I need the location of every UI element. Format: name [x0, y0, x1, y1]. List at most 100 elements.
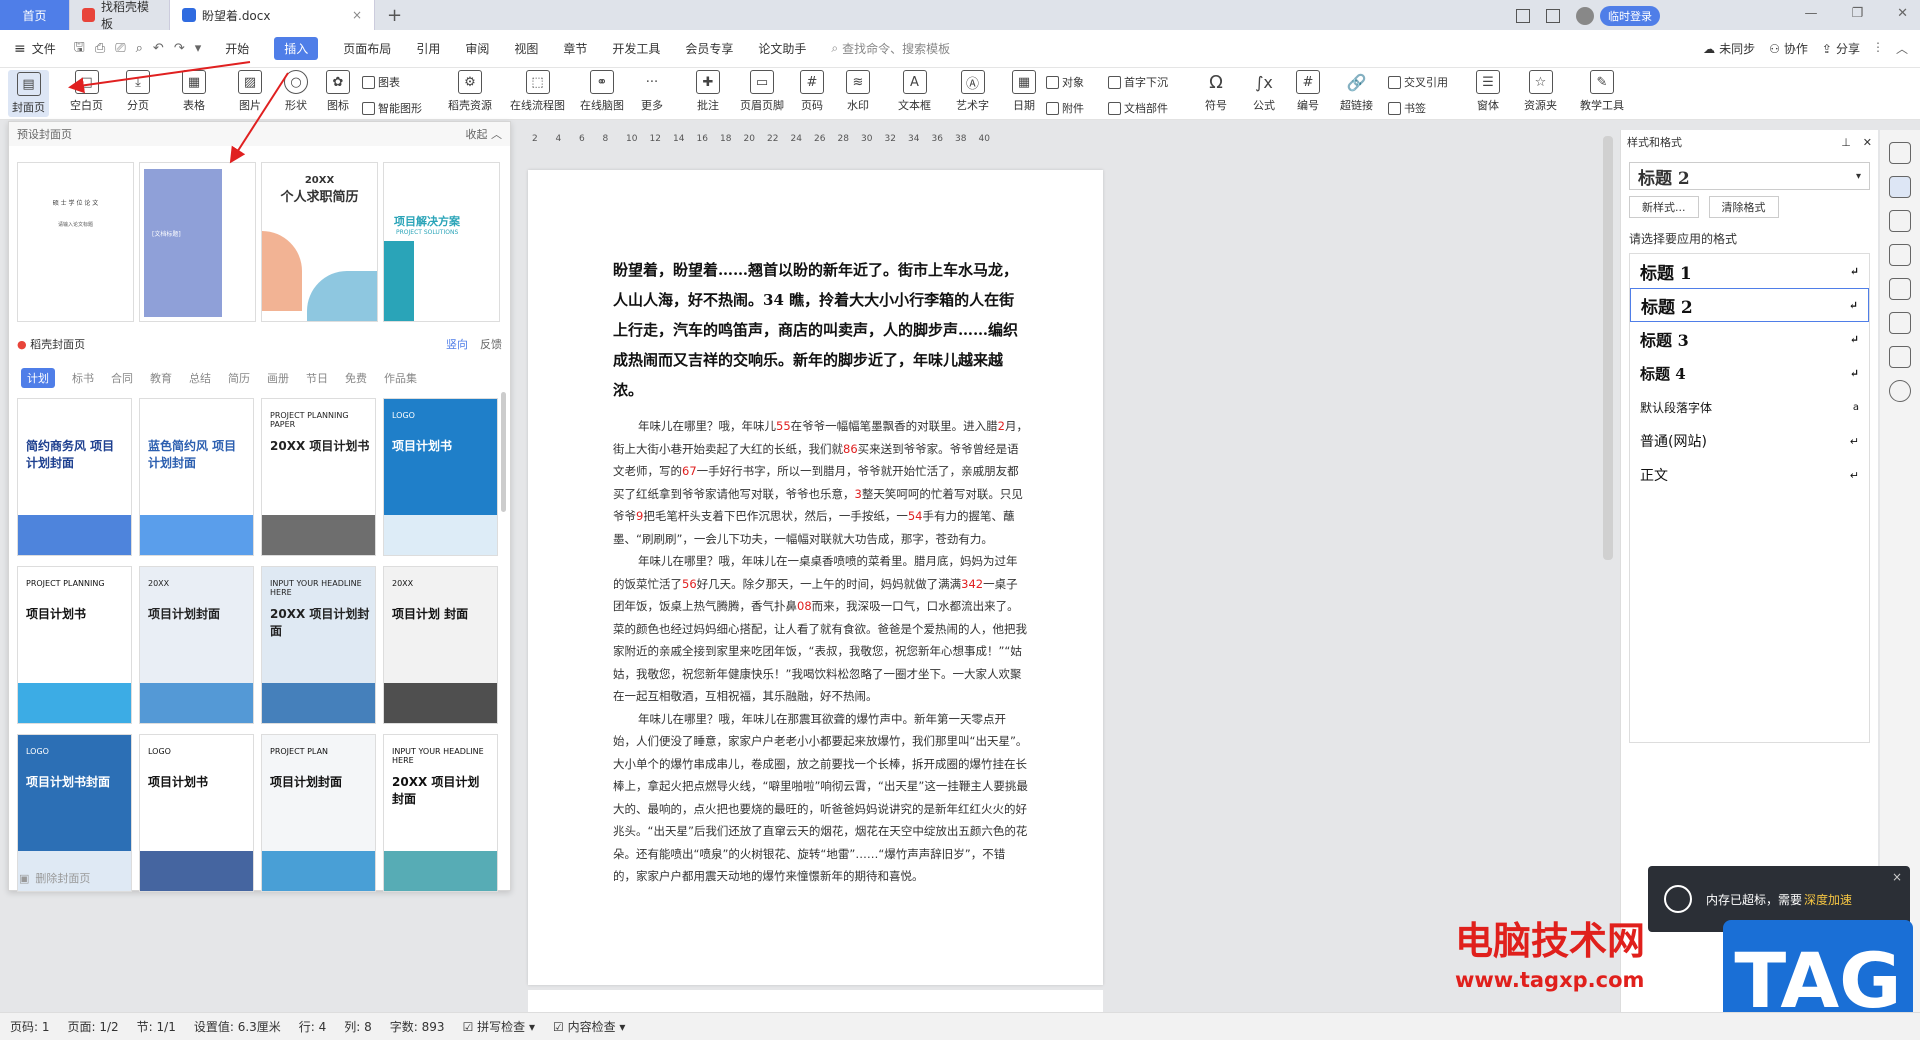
style-heading-3[interactable]: 标题 3 ↵ [1630, 322, 1869, 356]
style-panel-title[interactable]: 样式和格式 [1627, 134, 1682, 150]
preset-cover-blue[interactable]: [文档标题] [139, 162, 256, 322]
style-heading-2[interactable]: 标题 2 ↵ [1630, 288, 1869, 322]
preset-cover-resume[interactable]: 20XX 个人求职简历 [261, 162, 378, 322]
cover-template-thumb[interactable]: 项目计划封面 PROJECT PLAN [261, 734, 376, 892]
login-button[interactable]: 临时登录 [1600, 6, 1660, 26]
smartart-button[interactable]: 智能图形 [362, 100, 422, 116]
category-plan[interactable]: 计划 [21, 368, 55, 388]
close-window-icon[interactable]: ✕ [1897, 6, 1908, 21]
panel-scrollbar[interactable] [501, 392, 506, 512]
cover-template-thumb[interactable]: 项目计划书 LOGO [139, 734, 254, 892]
icon-button[interactable]: ✿ 图标 [326, 70, 350, 113]
chart-button[interactable]: 图表 [362, 74, 400, 90]
menu-thesis[interactable]: 论文助手 [758, 40, 806, 57]
toast-accelerate-link[interactable]: 深度加速 [1804, 891, 1852, 908]
more-menu-icon[interactable]: ⋮ [1872, 40, 1884, 54]
location-icon[interactable] [1889, 312, 1911, 334]
preset-cover-thesis[interactable]: 硕 士 学 位 论 文 请输入论文标题 [17, 162, 134, 322]
cover-template-thumb[interactable]: 项目计划书封面 LOGO [17, 734, 132, 892]
current-style-select[interactable]: 标题 2 ▾ [1629, 162, 1870, 190]
preset-cover-solution[interactable]: 项目解决方案 PROJECT SOLUTIONS [383, 162, 500, 322]
cover-template-thumb[interactable]: 项目计划 封面 20XX [383, 566, 498, 724]
toast-close-button[interactable]: × [1892, 870, 1902, 884]
hyperlink-button[interactable]: 🔗 超链接 [1340, 70, 1373, 113]
status-col[interactable]: 列: 8 [344, 1018, 372, 1035]
bookmark-button[interactable]: 书签 [1388, 100, 1426, 116]
category-bid[interactable]: 标书 [72, 370, 94, 386]
watermark-button[interactable]: ≋ 水印 [846, 70, 870, 113]
command-search[interactable]: ⌕ 查找命令、搜索模板 [831, 40, 950, 57]
settings-slider-icon[interactable] [1889, 244, 1911, 266]
menu-developer[interactable]: 开发工具 [612, 40, 660, 57]
page-number-button[interactable]: # 页码 [800, 70, 824, 113]
style-body[interactable]: 正文 ↵ [1630, 458, 1869, 492]
style-brush-icon[interactable] [1889, 176, 1911, 198]
rocket-icon[interactable] [1889, 142, 1911, 164]
resource-folder-button[interactable]: ☆ 资源夹 [1524, 70, 1557, 113]
cover-template-thumb[interactable]: 蓝色简约风 项目计划封面 [139, 398, 254, 556]
new-style-button[interactable]: 新样式... [1629, 196, 1699, 218]
date-button[interactable]: ▦ 日期 [1012, 70, 1036, 113]
style-web[interactable]: 普通(网站) ↵ [1630, 424, 1869, 458]
collab-button[interactable]: 协作 [1784, 40, 1808, 57]
symbol-button[interactable]: Ω 符号 [1204, 70, 1228, 113]
dropcap-button[interactable]: 首字下沉 [1108, 74, 1168, 90]
status-setting[interactable]: 设置值: 6.3厘米 [194, 1018, 281, 1035]
menu-references[interactable]: 引用 [416, 40, 440, 57]
category-contract[interactable]: 合同 [111, 370, 133, 386]
textbox-button[interactable]: A 文本框 [898, 70, 931, 113]
category-portfolio[interactable]: 作品集 [384, 370, 417, 386]
object-button[interactable]: 对象 [1046, 74, 1084, 90]
docer-resource-button[interactable]: ⚙ 稻壳资源 [448, 70, 492, 113]
vertical-scrollbar[interactable] [1603, 136, 1613, 560]
review-icon[interactable] [1889, 278, 1911, 300]
crossref-button[interactable]: 交叉引用 [1388, 74, 1448, 90]
style-heading-1[interactable]: 标题 1 ↵ [1630, 254, 1869, 288]
status-section[interactable]: 节: 1/1 [137, 1018, 176, 1035]
form-button[interactable]: ☰ 窗体 [1476, 70, 1500, 113]
tab-close-icon[interactable]: × [352, 8, 362, 22]
category-resume[interactable]: 简历 [228, 370, 250, 386]
cover-template-thumb[interactable]: 项目计划书 LOGO [383, 398, 498, 556]
cover-template-thumb[interactable]: 简约商务风 项目计划封面 [17, 398, 132, 556]
category-festival[interactable]: 节日 [306, 370, 328, 386]
category-free[interactable]: 免费 [345, 370, 367, 386]
status-words[interactable]: 字数: 893 [390, 1018, 445, 1035]
mindmap-button[interactable]: ⚭ 在线脑图 [580, 70, 624, 113]
document-page[interactable]: 盼望着，盼望着……翘首以盼的新年近了。街市上车水马龙，人山人海，好不热闹。34 … [528, 170, 1103, 985]
comment-button[interactable]: ✚ 批注 [696, 70, 720, 113]
cover-template-thumb[interactable]: 项目计划封面 20XX [139, 566, 254, 724]
content-check-button[interactable]: ☑ 内容检查 ▾ [553, 1018, 625, 1035]
avatar[interactable] [1576, 7, 1594, 25]
help-icon[interactable] [1889, 380, 1911, 402]
more-button[interactable]: ··· 更多 [640, 70, 664, 113]
panel-close-icon[interactable]: ✕ [1863, 136, 1872, 149]
docparts-button[interactable]: 文档部件 [1108, 100, 1168, 116]
layout-icon[interactable] [1516, 9, 1530, 23]
status-pages[interactable]: 页面: 1/2 [68, 1018, 119, 1035]
spell-check-button[interactable]: ☑ 拼写检查 ▾ [463, 1018, 535, 1035]
share-button[interactable]: 分享 [1836, 40, 1860, 57]
header-footer-button[interactable]: ▭ 页眉页脚 [740, 70, 784, 113]
style-heading-4[interactable]: 标题 4 ↵ [1630, 356, 1869, 390]
status-row[interactable]: 行: 4 [299, 1018, 327, 1035]
category-summary[interactable]: 总结 [189, 370, 211, 386]
vertical-toggle[interactable]: 竖向 [446, 338, 468, 351]
teach-tools-button[interactable]: ✎ 教学工具 [1580, 70, 1624, 113]
pin-icon[interactable]: ⊥ [1841, 136, 1851, 149]
menu-view[interactable]: 视图 [514, 40, 538, 57]
cover-template-thumb[interactable]: 项目计划书 PROJECT PLANNING [17, 566, 132, 724]
menu-layout[interactable]: 页面布局 [343, 40, 391, 57]
formula-button[interactable]: ∫x 公式 [1252, 70, 1276, 113]
cover-template-thumb[interactable]: 20XX 项目计划书 PROJECT PLANNING PAPER [261, 398, 376, 556]
minimize-icon[interactable]: — [1804, 6, 1817, 21]
select-cursor-icon[interactable] [1889, 210, 1911, 232]
category-education[interactable]: 教育 [150, 370, 172, 386]
unsync-label[interactable]: 未同步 [1719, 40, 1755, 57]
status-page[interactable]: 页码: 1 [10, 1018, 50, 1035]
feedback-button[interactable]: 反馈 [480, 338, 502, 351]
collapse-ribbon-icon[interactable]: ︿ [1896, 40, 1908, 57]
clear-format-button[interactable]: 清除格式 [1708, 196, 1779, 218]
style-default-font[interactable]: 默认段落字体 a [1630, 390, 1869, 424]
menu-review[interactable]: 审阅 [465, 40, 489, 57]
